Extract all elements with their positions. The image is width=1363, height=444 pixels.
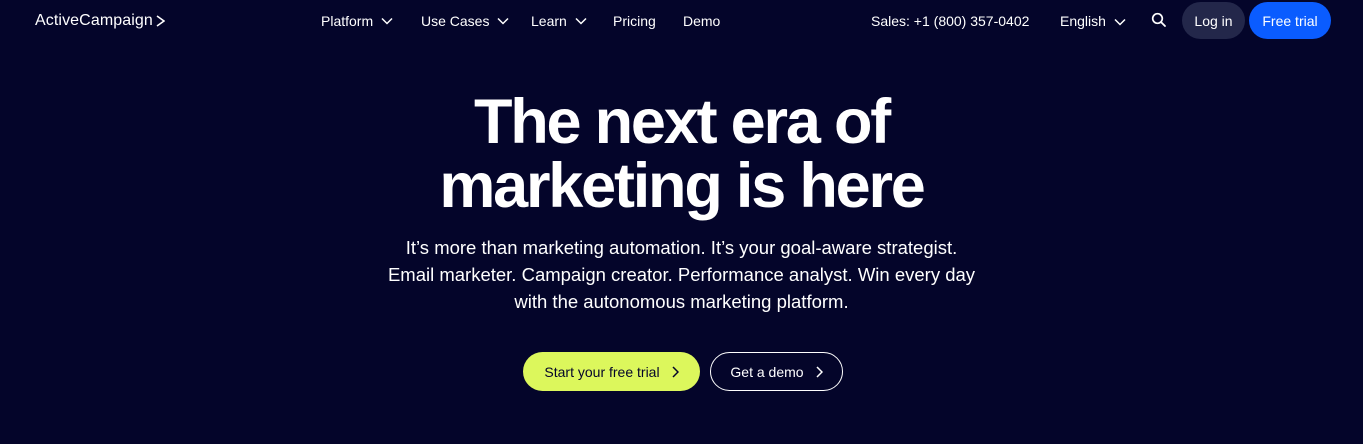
chevron-right-icon [156,15,165,27]
chevron-right-icon [672,365,679,378]
nav-item-pricing[interactable]: Pricing [613,11,656,31]
get-demo-label: Get a demo [730,363,804,380]
login-button[interactable]: Log in [1182,2,1245,39]
nav-item-label: Platform [321,13,374,29]
sales-phone-text: Sales: +1 (800) 357-0402 [871,13,1030,29]
hero-title: The next era of marketing is here [0,90,1363,218]
top-nav: ActiveCampaign Platform Use Cases Learn [0,0,1363,42]
sales-phone-link[interactable]: Sales: +1 (800) 357-0402 [871,11,1029,31]
hero-title-line: The next era of [473,87,891,157]
hero-subtitle-line: with the autonomous marketing platform. [514,291,849,312]
chevron-down-icon [381,17,393,25]
nav-item-platform[interactable]: Platform [321,11,393,31]
search-icon[interactable] [1151,12,1167,28]
nav-item-label: Use Cases [421,13,490,29]
start-free-trial-label: Start your free trial [544,363,660,380]
free-trial-button[interactable]: Free trial [1249,2,1331,39]
nav-item-label: Pricing [613,13,656,29]
hero-title-line: marketing is here [439,151,926,221]
chevron-down-icon [575,17,587,25]
hero-subtitle-line: It’s more than marketing automation. It’… [405,237,958,258]
chevron-down-icon [1114,13,1126,29]
language-label: English [1060,13,1106,29]
nav-item-label: Demo [683,13,721,29]
login-button-label: Log in [1194,12,1233,29]
get-demo-button[interactable]: Get a demo [710,352,843,391]
brand-logo[interactable]: ActiveCampaign [35,11,165,31]
nav-item-label: Learn [531,13,567,29]
hero-subtitle-line: Email marketer. Campaign creator. Perfor… [387,264,976,285]
language-selector[interactable]: English [1060,11,1126,31]
free-trial-button-label: Free trial [1262,12,1318,29]
start-free-trial-button[interactable]: Start your free trial [523,352,700,391]
chevron-right-icon [816,365,823,378]
nav-item-use-cases[interactable]: Use Cases [421,11,509,31]
brand-name: ActiveCampaign [35,12,153,29]
nav-item-demo[interactable]: Demo [683,11,720,31]
nav-item-learn[interactable]: Learn [531,11,587,31]
chevron-down-icon [497,17,509,25]
page: ActiveCampaign Platform Use Cases Learn [0,0,1363,444]
hero-subtitle: It’s more than marketing automation. It’… [0,234,1363,315]
